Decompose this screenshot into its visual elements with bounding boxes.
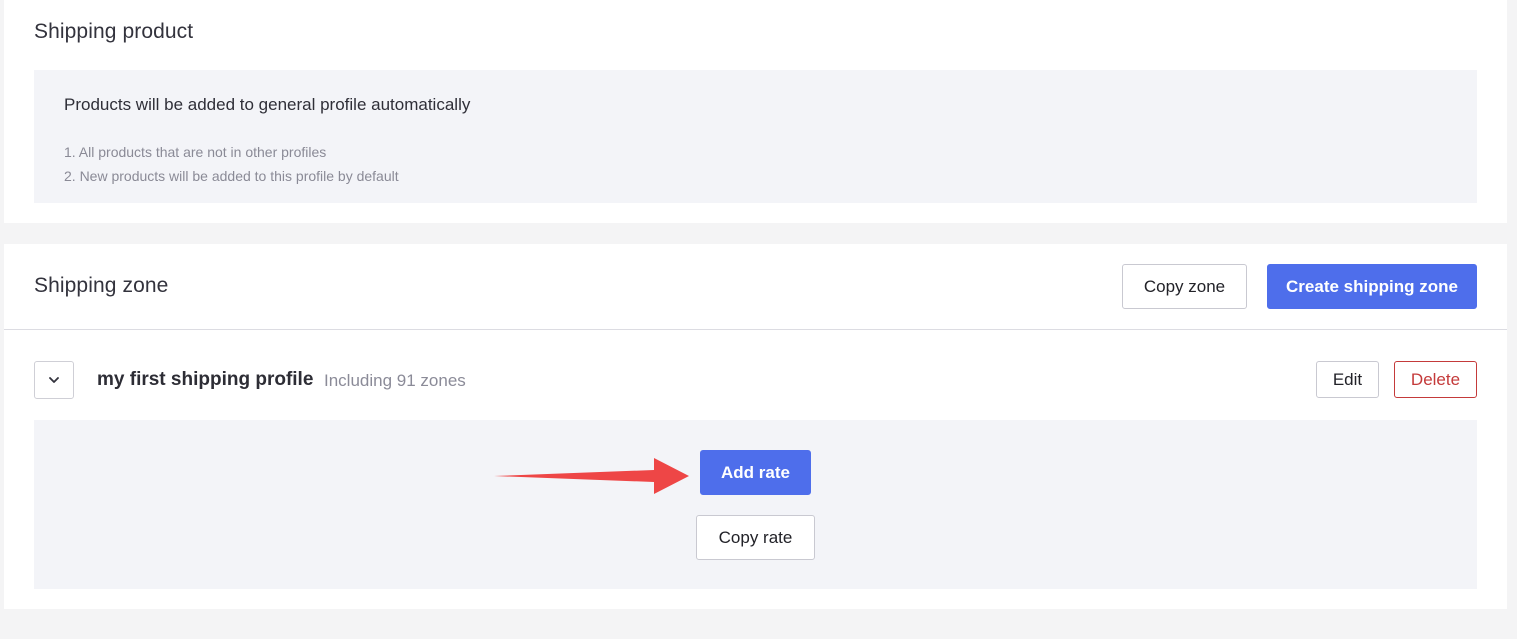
chevron-down-icon — [48, 371, 60, 389]
profile-name: my first shipping profile — [97, 369, 314, 390]
edit-profile-button[interactable]: Edit — [1316, 361, 1379, 398]
shipping-zone-title: Shipping zone — [34, 274, 169, 297]
rates-panel: Add rate Copy rate — [34, 420, 1477, 589]
info-list: 1. All products that are not in other pr… — [64, 140, 399, 188]
shipping-zone-card: Shipping zone Copy zone Create shipping … — [4, 244, 1507, 609]
shipping-product-title: Shipping product — [34, 20, 194, 43]
copy-rate-button[interactable]: Copy rate — [696, 515, 815, 560]
general-profile-info-box: Products will be added to general profil… — [34, 70, 1477, 203]
info-item: 2. New products will be added to this pr… — [64, 168, 399, 184]
add-rate-button[interactable]: Add rate — [700, 450, 811, 495]
shipping-product-card: Shipping product Products will be added … — [4, 0, 1507, 223]
info-heading: Products will be added to general profil… — [64, 95, 471, 114]
red-arrow-icon — [494, 456, 704, 496]
info-item: 1. All products that are not in other pr… — [64, 144, 327, 160]
copy-zone-button[interactable]: Copy zone — [1122, 264, 1247, 309]
profile-expand-toggle[interactable] — [34, 361, 74, 399]
create-shipping-zone-button[interactable]: Create shipping zone — [1267, 264, 1477, 309]
delete-profile-button[interactable]: Delete — [1394, 361, 1477, 398]
profile-zone-count: Including 91 zones — [324, 371, 466, 390]
divider — [4, 329, 1507, 330]
